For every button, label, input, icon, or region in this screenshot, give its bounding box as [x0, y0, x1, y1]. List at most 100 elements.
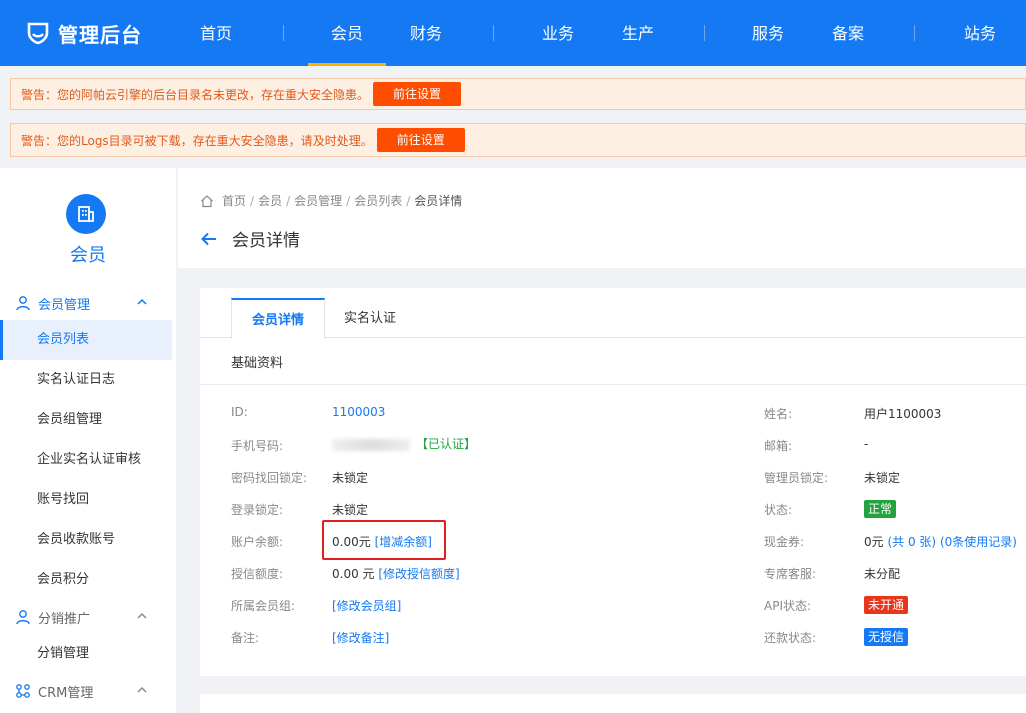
coupon-value: 0元 — [864, 535, 884, 549]
nav-divider — [704, 25, 705, 41]
email-value: - — [864, 437, 869, 451]
admin-lock-label: 管理员锁定: — [764, 471, 829, 485]
repay-label: 还款状态: — [764, 631, 817, 645]
next-panel — [200, 694, 1026, 713]
alert-logs-dir: 警告：您的Logs目录可被下载，存在重大安全隐患，请及时处理。 前往设置 — [10, 123, 1026, 157]
modify-credit-link[interactable]: [修改授信额度] — [378, 567, 459, 581]
status-label: 状态: — [764, 503, 793, 517]
breadcrumb-member-management[interactable]: 会员管理 — [294, 192, 342, 209]
admin-lock-value: 未锁定 — [864, 471, 901, 485]
credit-label: 授信额度: — [231, 567, 284, 581]
breadcrumb-member-list[interactable]: 会员列表 — [354, 192, 402, 209]
nav-divider — [283, 25, 284, 41]
status-badge: 正常 — [864, 500, 897, 518]
nav-item-filing[interactable]: 备案 — [822, 0, 874, 66]
tab-member-detail[interactable]: 会员详情 — [231, 298, 325, 339]
goto-settings-button[interactable]: 前往设置 — [376, 128, 465, 152]
id-value[interactable]: 1100003 — [332, 405, 385, 419]
password-lock-label: 密码找回锁定: — [231, 471, 308, 485]
service-value: 未分配 — [864, 567, 901, 581]
phone-label: 手机号码: — [231, 439, 284, 453]
alert-admin-dir: 警告：您的阿帕云引擎的后台目录名未更改，存在重大安全隐患。 前往设置 — [10, 78, 1026, 110]
coupon-label: 现金券: — [764, 535, 805, 549]
coupon-count-link[interactable]: (共 0 张) — [887, 535, 936, 549]
login-lock-value: 未锁定 — [332, 503, 369, 517]
alert-text: 警告：您的阿帕云引擎的后台目录名未更改，存在重大安全隐患。 — [21, 87, 370, 102]
goto-settings-button[interactable]: 前往设置 — [373, 82, 462, 106]
status-value-cell: 正常 — [864, 500, 897, 518]
sidebar-group-member-management[interactable]: 会员管理 — [0, 288, 176, 318]
breadcrumb-member[interactable]: 会员 — [258, 192, 282, 209]
chevron-up-icon — [137, 686, 147, 693]
sidebar-group-crm[interactable]: CRM管理 — [0, 676, 176, 706]
id-label: ID: — [231, 405, 248, 419]
repay-value-cell: 无授信 — [864, 628, 909, 646]
sidebar-item-member-groups[interactable]: 会员组管理 — [0, 400, 172, 440]
coupon-records-link[interactable]: (0条使用记录) — [940, 535, 1017, 549]
repay-status-badge: 无授信 — [864, 628, 909, 646]
divider — [200, 384, 1026, 385]
name-value: 用户1100003 — [864, 407, 942, 421]
email-label: 邮箱: — [764, 439, 793, 453]
sidebar-item-member-list[interactable]: 会员列表 — [0, 320, 172, 360]
building-icon — [66, 194, 106, 234]
remark-label: 备注: — [231, 631, 260, 645]
highlight-box — [322, 520, 446, 560]
api-label: API状态: — [764, 599, 812, 613]
sidebar-item-member-points[interactable]: 会员积分 — [0, 560, 172, 600]
redacted-phone — [332, 438, 410, 451]
sidebar-item-payment-accounts[interactable]: 会员收款账号 — [0, 520, 172, 560]
group-label: 所属会员组: — [231, 599, 296, 613]
breadcrumb-home[interactable]: 首页 — [222, 192, 246, 209]
nav-item-member[interactable]: 会员 — [308, 0, 386, 66]
credit-value-row: 0.00 元 [修改授信额度] — [332, 565, 460, 582]
nav-divider — [493, 25, 494, 41]
tab-bar: 会员详情 实名认证 — [200, 288, 1026, 339]
phone-value: 【已认证】 — [332, 435, 476, 452]
crm-icon — [14, 682, 32, 700]
section-title: 基础资料 — [231, 356, 284, 371]
alert-text: 警告：您的Logs目录可被下载，存在重大安全隐患，请及时处理。 — [21, 133, 373, 148]
nav-item-production[interactable]: 生产 — [612, 0, 664, 66]
page-title-row: 会员详情 — [200, 226, 300, 251]
api-value-cell: 未开通 — [864, 596, 909, 614]
sidebar-group-label: 分销推广 — [38, 611, 91, 627]
sidebar-group-label: CRM管理 — [38, 685, 94, 701]
sidebar-item-account-recovery[interactable]: 账号找回 — [0, 480, 172, 520]
nav-item-business[interactable]: 业务 — [532, 0, 584, 66]
nav-item-home[interactable]: 首页 — [190, 0, 242, 66]
breadcrumb: 首页 / 会员 / 会员管理 / 会员列表 / 会员详情 — [200, 192, 462, 209]
balance-label: 账户余额: — [231, 535, 284, 549]
login-lock-label: 登录锁定: — [231, 503, 284, 517]
nav-item-finance[interactable]: 财务 — [400, 0, 452, 66]
user-icon — [14, 294, 32, 312]
sidebar-item-realname-log[interactable]: 实名认证日志 — [0, 360, 172, 400]
page-title: 会员详情 — [232, 231, 300, 251]
modify-remark-link[interactable]: [修改备注] — [332, 629, 389, 646]
sidebar-item-distribution-management[interactable]: 分销管理 — [0, 634, 172, 674]
nav-item-site[interactable]: 站务 — [954, 0, 1006, 66]
password-lock-value: 未锁定 — [332, 471, 369, 485]
user-icon — [14, 608, 32, 626]
coupon-value-row: 0元 (共 0 张) (0条使用记录) — [864, 533, 1017, 550]
nav-divider — [914, 25, 915, 41]
tab-realname-auth[interactable]: 实名认证 — [330, 298, 410, 339]
sidebar-group-distribution[interactable]: 分销推广 — [0, 602, 176, 632]
member-detail-panel: 会员详情 实名认证 基础资料 ID: 1100003 手机号码: 【已认证】 密… — [200, 288, 1026, 676]
chevron-up-icon — [137, 298, 147, 305]
service-label: 专席客服: — [764, 567, 817, 581]
sidebar-item-enterprise-review[interactable]: 企业实名认证审核 — [0, 440, 172, 480]
breadcrumb-current: 会员详情 — [414, 194, 463, 208]
sidebar-title: 会员 — [70, 245, 106, 266]
api-status-badge: 未开通 — [864, 596, 909, 614]
modify-group-link[interactable]: [修改会员组] — [332, 597, 401, 614]
name-label: 姓名: — [764, 407, 793, 421]
top-navbar: 管理后台 首页 会员 财务 业务 生产 服务 备案 站务 — [0, 0, 1026, 66]
sidebar: 会员 会员管理 会员列表 实名认证日志 会员组管理 企业实名认证审核 账号找回 … — [0, 168, 176, 713]
home-icon[interactable] — [200, 194, 214, 208]
back-arrow-icon[interactable] — [200, 230, 218, 248]
content-header: 首页 / 会员 / 会员管理 / 会员列表 / 会员详情 会员详情 — [178, 168, 1026, 268]
verified-badge: 【已认证】 — [416, 437, 477, 451]
sidebar-group-label: 会员管理 — [38, 297, 91, 313]
nav-item-service[interactable]: 服务 — [742, 0, 794, 66]
